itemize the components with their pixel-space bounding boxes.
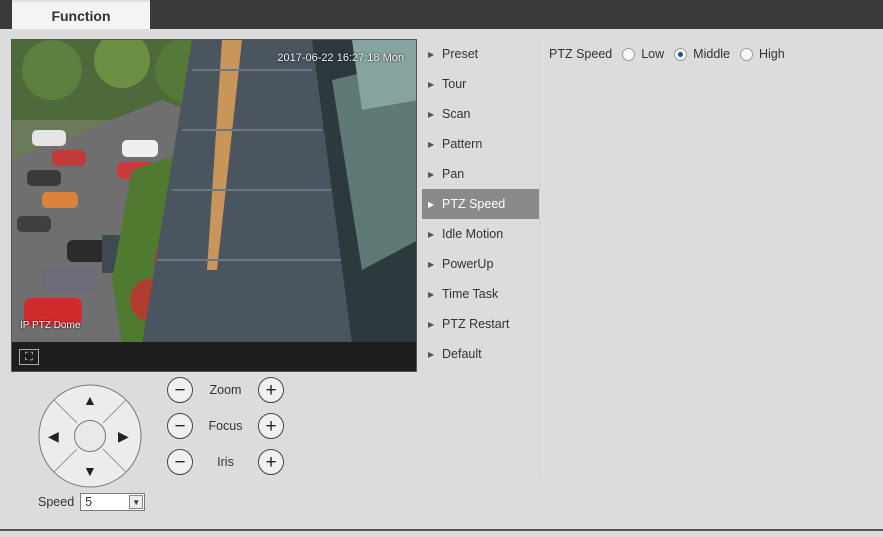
menu-item-pattern[interactable]: ▶ Pattern: [422, 129, 540, 159]
ptz-speed-label: PTZ Speed: [549, 47, 613, 61]
menu-item-label: Preset: [442, 47, 479, 61]
menu-item-label: Tour: [442, 77, 467, 91]
live-video-view: 2017-06-22 16:27:18 Mon IP PTZ Dome ⛶: [11, 39, 417, 372]
menu-item-tour[interactable]: ▶ Tour: [422, 69, 540, 99]
chevron-down-icon[interactable]: ▼: [129, 495, 144, 509]
menu-arrow-icon: ▶: [428, 169, 435, 179]
menu-arrow-icon: ▶: [428, 49, 435, 59]
ptz-speed-panel: PTZ Speed Low Middle High: [549, 47, 785, 61]
menu-item-label: Default: [442, 347, 482, 361]
bottom-divider: [0, 529, 883, 531]
menu-divider: [539, 39, 540, 479]
menu-item-label: PTZ Speed: [442, 197, 506, 211]
pan-down-icon[interactable]: ▼: [83, 463, 97, 479]
menu-item-ptz-speed[interactable]: ▶ PTZ Speed: [422, 189, 540, 219]
ptz-center-button[interactable]: [74, 420, 106, 452]
menu-item-preset[interactable]: ▶ Preset: [422, 39, 540, 69]
menu-arrow-icon: ▶: [428, 349, 435, 359]
function-menu: ▶ Preset ▶ Tour ▶ Scan ▶ Pattern ▶ Pan ▶ PTZ Speed ▶…: [422, 39, 540, 369]
speed-select-value: 5: [85, 495, 93, 509]
top-bar: Function: [0, 0, 883, 29]
menu-arrow-icon: ▶: [428, 79, 435, 89]
menu-item-label: Pan: [442, 167, 465, 181]
focus-plus-button[interactable]: +: [258, 413, 284, 439]
focus-control: − Focus +: [167, 413, 284, 439]
camera-scene: [12, 40, 416, 344]
speed-high-label: High: [759, 47, 785, 61]
fullscreen-icon[interactable]: ⛶: [19, 349, 39, 365]
tab-function[interactable]: Function: [12, 0, 150, 29]
menu-item-idle-motion[interactable]: ▶ Idle Motion: [422, 219, 540, 249]
osd-camera-name: IP PTZ Dome: [20, 320, 81, 331]
menu-arrow-icon: ▶: [428, 229, 435, 239]
menu-item-default[interactable]: ▶ Default: [422, 339, 540, 369]
speed-middle-radio[interactable]: [674, 47, 688, 61]
zoom-control: − Zoom +: [167, 377, 284, 403]
menu-arrow-icon: ▶: [428, 199, 435, 209]
menu-item-label: Pattern: [442, 137, 483, 151]
zoom-out-button[interactable]: −: [167, 377, 193, 403]
menu-arrow-icon: ▶: [428, 259, 435, 269]
video-toolbar: ⛶: [12, 342, 416, 371]
speed-row: Speed 5 ▼: [38, 493, 146, 511]
menu-item-pan[interactable]: ▶ Pan: [422, 159, 540, 189]
speed-low-label: Low: [641, 47, 665, 61]
menu-item-powerup[interactable]: ▶ PowerUp: [422, 249, 540, 279]
speed-low-radio[interactable]: [622, 47, 636, 61]
iris-plus-button[interactable]: +: [258, 449, 284, 475]
focus-minus-button[interactable]: −: [167, 413, 193, 439]
ptz-direction-pad: ▲ ▼ ◀ ▶: [37, 383, 143, 489]
iris-label: Iris: [217, 455, 234, 469]
menu-item-label: PTZ Restart: [442, 317, 510, 331]
pan-left-icon[interactable]: ◀: [48, 428, 59, 445]
menu-item-ptz-restart[interactable]: ▶ PTZ Restart: [422, 309, 540, 339]
iris-control: − Iris +: [167, 449, 284, 475]
menu-arrow-icon: ▶: [428, 109, 435, 119]
menu-arrow-icon: ▶: [428, 319, 435, 329]
menu-arrow-icon: ▶: [428, 139, 435, 149]
menu-item-label: Scan: [442, 107, 471, 121]
osd-timestamp: 2017-06-22 16:27:18 Mon: [277, 52, 404, 64]
menu-item-label: Time Task: [442, 287, 499, 301]
focus-label: Focus: [208, 419, 243, 433]
menu-arrow-icon: ▶: [428, 289, 435, 299]
zoom-in-button[interactable]: +: [258, 377, 284, 403]
pan-right-icon[interactable]: ▶: [118, 428, 129, 445]
pan-up-icon[interactable]: ▲: [83, 392, 97, 408]
menu-item-label: PowerUp: [442, 257, 494, 271]
menu-item-scan[interactable]: ▶ Scan: [422, 99, 540, 129]
menu-item-time-task[interactable]: ▶ Time Task: [422, 279, 540, 309]
speed-label: Speed: [38, 495, 75, 509]
iris-minus-button[interactable]: −: [167, 449, 193, 475]
menu-item-label: Idle Motion: [442, 227, 504, 241]
speed-high-radio[interactable]: [740, 47, 753, 61]
zoom-label: Zoom: [209, 383, 242, 397]
speed-select[interactable]: 5 ▼: [80, 493, 146, 511]
speed-middle-label: Middle: [693, 47, 730, 61]
